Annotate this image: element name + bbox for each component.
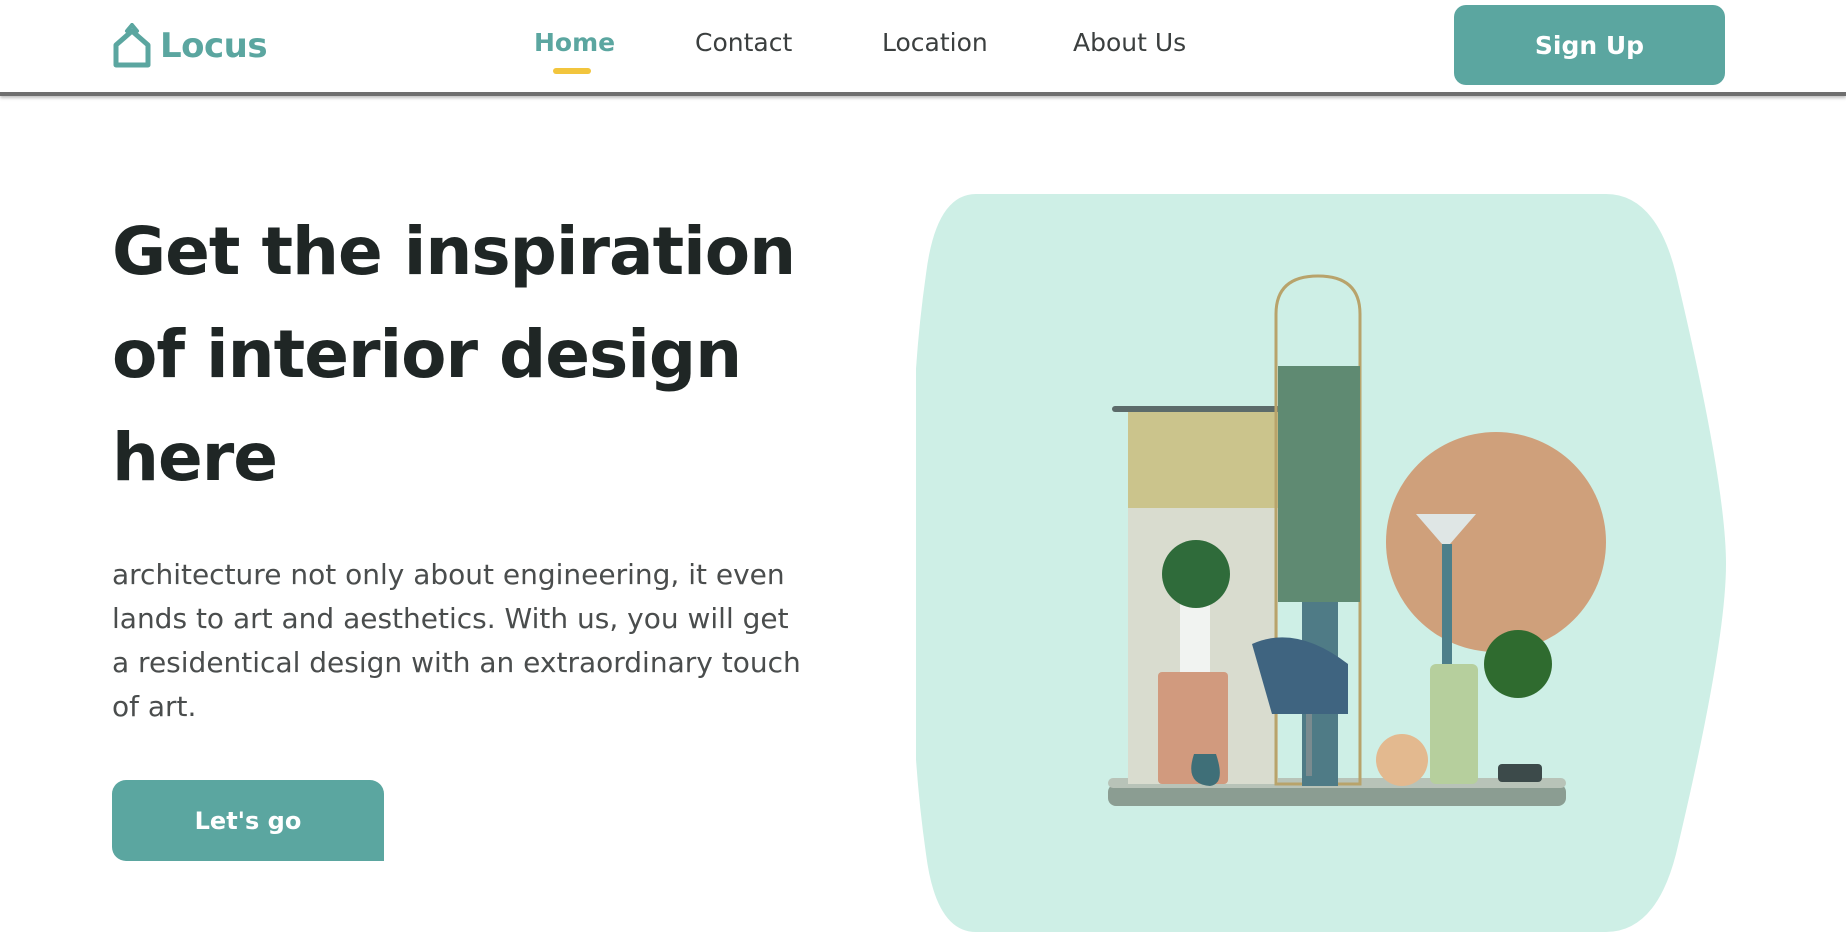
sphere-ornament [1376,734,1428,786]
hero-description-line: lands to art and aesthetics. With us, yo… [112,602,789,635]
green-cylinder [1278,366,1360,602]
hero-description-line: a residentical design with an extraordin… [112,646,801,679]
table-lamp-stand [1442,544,1452,684]
lets-go-button[interactable]: Let's go [112,780,384,861]
hero-description-line: of art. [112,690,197,723]
hero-image [916,194,1726,932]
sign-up-button[interactable]: Sign Up [1454,5,1725,85]
hero-description: architecture not only about engineering,… [112,553,852,729]
cylinder-stand [1430,664,1478,784]
plant-vase [1180,604,1210,672]
lamp-shade-panel [1128,412,1278,508]
nav-item-contact[interactable]: Contact [695,28,792,57]
hero-title: Get the inspiration of interior design h… [112,200,832,509]
hero-title-line: Get the inspiration [112,213,796,290]
hero-title-line: here [112,419,278,496]
interior-illustration [916,194,1726,932]
bonsai-leaves [1484,630,1552,698]
brand-name: Locus [160,26,268,66]
hero-title-line: of interior design [112,316,742,393]
peach-circle-shape [1386,432,1606,652]
bonsai-pot [1498,764,1542,782]
brand-logo[interactable]: Locus [112,22,268,70]
active-nav-indicator [553,68,591,74]
house-icon [113,23,151,68]
hero-description-line: architecture not only about engineering,… [112,558,785,591]
top-navbar: Locus Home Contact Location About Us Sig… [0,0,1846,96]
nav-item-location[interactable]: Location [882,28,988,57]
chair-stem [1306,714,1312,776]
nav-item-about-us[interactable]: About Us [1073,28,1186,57]
nav-item-home[interactable]: Home [534,28,615,57]
plant-leaves [1162,540,1230,608]
